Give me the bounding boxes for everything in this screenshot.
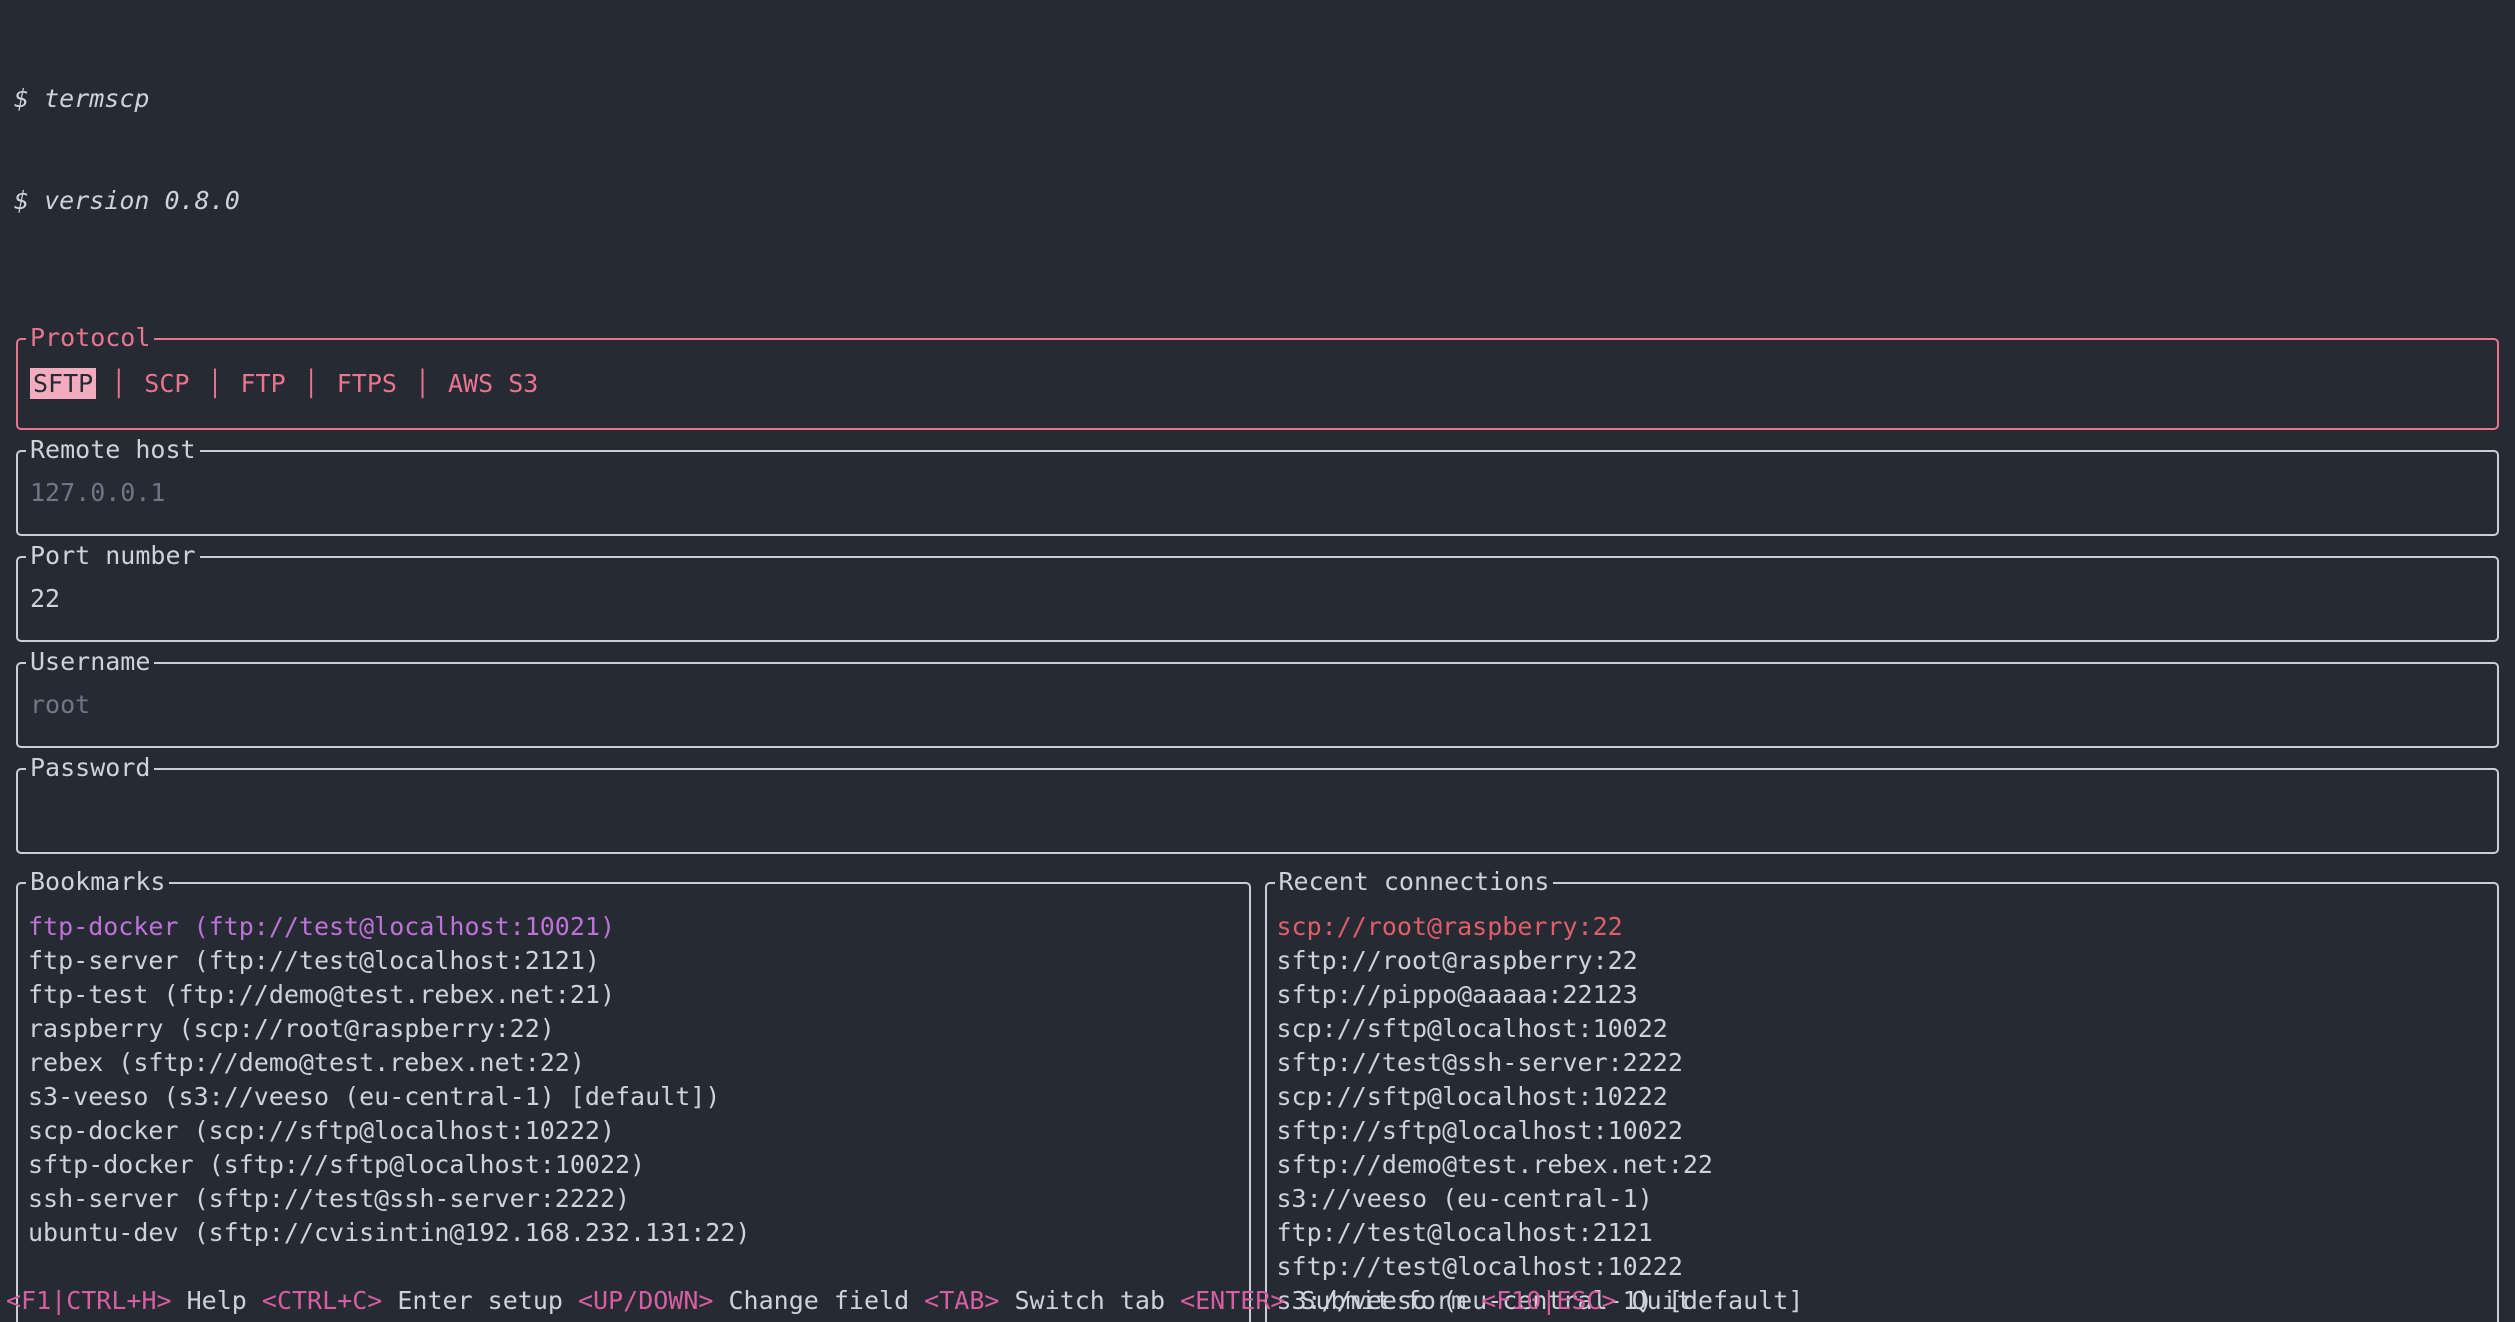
bookmark-item[interactable]: ubuntu-dev (sftp://cvisintin@192.168.232… xyxy=(28,1216,1239,1250)
bookmark-item[interactable]: ftp-test (ftp://demo@test.rebex.net:21) xyxy=(28,978,1239,1012)
remote-host-field: Remote host xyxy=(16,450,2499,536)
recent-connection-item[interactable]: ftp://test@localhost:10021 xyxy=(1277,1318,2488,1322)
username-label: Username xyxy=(26,645,154,679)
help-desc: Help xyxy=(172,1286,247,1315)
bookmarks-label: Bookmarks xyxy=(26,865,169,899)
help-bar: <F1|CTRL+H> Help <CTRL+C> Enter setup <U… xyxy=(6,1284,1692,1318)
recent-connection-item[interactable]: scp://root@raspberry:22 xyxy=(1277,910,2488,944)
app-version: $ version 0.8.0 xyxy=(14,184,2515,218)
port-number-label: Port number xyxy=(26,539,200,573)
port-number-input[interactable] xyxy=(30,582,2485,616)
help-key: <ENTER> xyxy=(1165,1286,1285,1315)
bookmark-item[interactable]: s3-veeso (s3://veeso (eu-central-1) [def… xyxy=(28,1080,1239,1114)
bookmark-item[interactable]: ftp-docker (ftp://test@localhost:10021) xyxy=(28,910,1239,944)
bookmark-item[interactable]: raspberry (scp://root@raspberry:22) xyxy=(28,1012,1239,1046)
protocol-tab-ftp[interactable]: FTP xyxy=(238,368,289,399)
username-input[interactable] xyxy=(30,688,2485,722)
recent-connection-item[interactable]: sftp://pippo@aaaaa:22123 xyxy=(1277,978,2488,1012)
help-desc: Change field xyxy=(713,1286,909,1315)
protocol-field: Protocol SFTP│SCP│FTP│FTPS│AWS S3 xyxy=(16,338,2499,430)
recent-connection-item[interactable]: sftp://test@localhost:10222 xyxy=(1277,1250,2488,1284)
tab-separator: │ xyxy=(415,369,430,398)
protocol-tab-scp[interactable]: SCP xyxy=(141,368,192,399)
recent-connection-item[interactable]: ftp://test@localhost:2121 xyxy=(1277,1216,2488,1250)
recent-connection-item[interactable]: sftp://demo@test.rebex.net:22 xyxy=(1277,1148,2488,1182)
help-desc: Enter setup xyxy=(382,1286,563,1315)
tab-separator: │ xyxy=(207,369,222,398)
help-desc: Switch tab xyxy=(999,1286,1165,1315)
termscp-auth-screen: $ termscp $ version 0.8.0 Protocol SFTP │… xyxy=(0,0,2515,1322)
protocol-tabs: SFTP │ SCP │ FTP │ FTPS │ AWS S3 xyxy=(30,367,541,401)
help-key: <UP/DOWN> xyxy=(563,1286,714,1315)
username-field: Username xyxy=(16,662,2499,748)
panels: Bookmarks ftp-docker (ftp://test@localho… xyxy=(16,882,2499,1322)
bookmarks-panel: Bookmarks ftp-docker (ftp://test@localho… xyxy=(16,882,1251,1322)
help-key: <F1|CTRL+H> xyxy=(6,1286,172,1315)
recent-connection-item[interactable]: scp://sftp@localhost:10022 xyxy=(1277,1012,2488,1046)
protocol-tab-ftps[interactable]: FTPS xyxy=(334,368,400,399)
bookmark-item[interactable]: sftp-docker (sftp://sftp@localhost:10022… xyxy=(28,1148,1239,1182)
recent-connection-item[interactable]: sftp://sftp@localhost:10022 xyxy=(1277,1114,2488,1148)
password-input[interactable] xyxy=(30,794,2485,828)
recent-connection-item[interactable]: sftp://test@ssh-server:2222 xyxy=(1277,1046,2488,1080)
bookmark-item[interactable]: ftp-server (ftp://test@localhost:2121) xyxy=(28,944,1239,978)
protocol-tab-aws-s3[interactable]: AWS S3 xyxy=(445,368,541,399)
recent-connection-item[interactable]: s3://veeso (eu-central-1) xyxy=(1277,1182,2488,1216)
remote-host-input[interactable] xyxy=(30,476,2485,510)
port-number-field: Port number xyxy=(16,556,2499,642)
bookmark-item[interactable]: rebex (sftp://demo@test.rebex.net:22) xyxy=(28,1046,1239,1080)
recent-connections-panel: Recent connections scp://root@raspberry:… xyxy=(1265,882,2500,1322)
password-field: Password xyxy=(16,768,2499,854)
help-desc: Quit xyxy=(1617,1286,1692,1315)
recent-connections-list: scp://root@raspberry:22sftp://root@raspb… xyxy=(1277,910,2488,1322)
app-title: $ termscp xyxy=(14,82,2515,116)
tab-separator: │ xyxy=(111,369,126,398)
recent-connection-item[interactable]: scp://sftp@localhost:10222 xyxy=(1277,1080,2488,1114)
bookmarks-list: ftp-docker (ftp://test@localhost:10021)f… xyxy=(28,910,1239,1250)
app-header: $ termscp $ version 0.8.0 xyxy=(0,0,2515,286)
protocol-tab-sftp[interactable]: SFTP xyxy=(30,368,96,399)
help-key: <TAB> xyxy=(909,1286,999,1315)
remote-host-label: Remote host xyxy=(26,433,200,467)
help-key: <F10|ESC> xyxy=(1466,1286,1617,1315)
help-desc: Submit form xyxy=(1285,1286,1466,1315)
help-key: <CTRL+C> xyxy=(247,1286,382,1315)
tab-separator: │ xyxy=(304,369,319,398)
protocol-label: Protocol xyxy=(26,321,154,355)
password-label: Password xyxy=(26,751,154,785)
bookmark-item[interactable]: ssh-server (sftp://test@ssh-server:2222) xyxy=(28,1182,1239,1216)
bookmark-item[interactable]: scp-docker (scp://sftp@localhost:10222) xyxy=(28,1114,1239,1148)
recent-connection-item[interactable]: sftp://root@raspberry:22 xyxy=(1277,944,2488,978)
recent-connections-label: Recent connections xyxy=(1275,865,1554,899)
